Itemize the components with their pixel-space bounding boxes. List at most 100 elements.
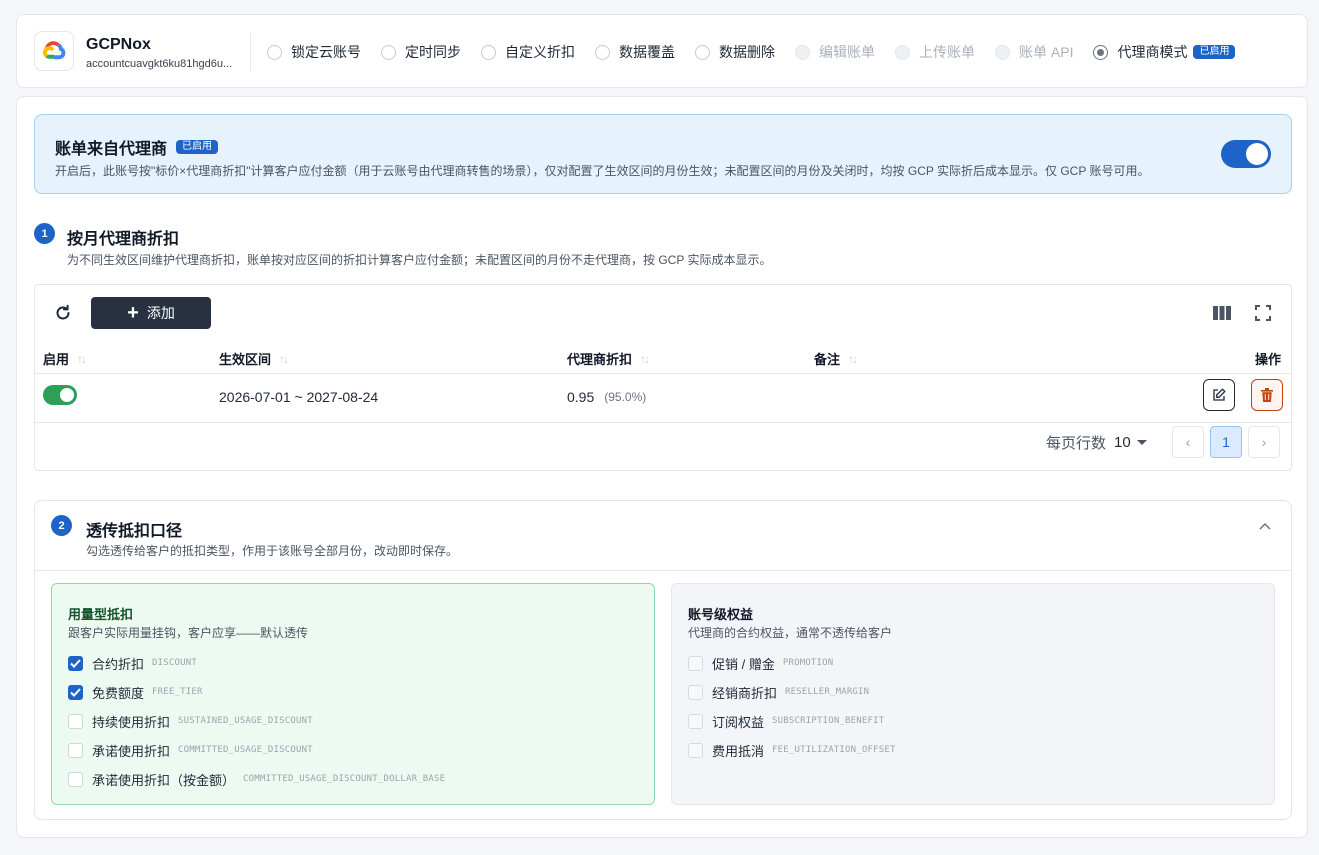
- section-title: 按月代理商折扣: [67, 231, 180, 248]
- mode-label: 锁定云账号: [291, 44, 361, 60]
- edit-button[interactable]: [1203, 379, 1235, 411]
- checkbox-icon: [688, 655, 703, 671]
- add-button[interactable]: + 添加: [91, 297, 211, 329]
- mode-label: 自定义折扣: [505, 44, 575, 60]
- page-button[interactable]: 1: [1210, 426, 1242, 458]
- column-header-ops: 操作: [1255, 349, 1281, 368]
- mode-label: 数据覆盖: [619, 44, 675, 60]
- column-header-enabled[interactable]: 启用 ↑↓: [43, 349, 87, 368]
- radio-icon: [1093, 44, 1109, 60]
- checkbox-icon: [68, 713, 83, 729]
- usage-deduction-group: 用量型抵扣 跟客户实际用量挂钩，客户应享——默认透传 合约折扣 DISCOUNT…: [51, 583, 655, 805]
- section-description: 为不同生效区间维护代理商折扣，账单按对应区间的折扣计算客户应付金额；未配置区间的…: [67, 253, 772, 267]
- mode-agent[interactable]: 代理商模式 已启用: [1093, 42, 1236, 62]
- chevron-up-icon[interactable]: [1256, 517, 1274, 535]
- radio-icon: [695, 44, 710, 60]
- agent-mode-toggle[interactable]: [1221, 140, 1271, 168]
- column-header-label: 生效区间: [219, 352, 272, 367]
- mode-lock-account[interactable]: 锁定云账号: [267, 42, 361, 62]
- rows-per-page-select[interactable]: 10: [1114, 434, 1147, 451]
- gcp-logo: [34, 31, 74, 71]
- checkbox-icon: [688, 713, 703, 729]
- rows-per-page-label: 每页行数: [1046, 434, 1107, 452]
- radio-icon: [995, 44, 1010, 60]
- header-divider: [250, 33, 251, 71]
- checkbox-icon: [688, 684, 703, 700]
- column-header-label: 备注: [814, 352, 841, 367]
- banner-description: 开启后，此账号按"标价×代理商折扣"计算客户应付金额（用于云账号由代理商转售的场…: [55, 164, 1150, 178]
- option-free-tier[interactable]: 免费额度 FREE_TIER: [68, 683, 203, 701]
- option-label: 订阅权益: [712, 714, 765, 730]
- toggle-knob: [60, 388, 74, 402]
- mode-upload-bill: 上传账单: [895, 42, 975, 62]
- checkbox-checked-icon: [68, 655, 83, 671]
- prev-page-button[interactable]: ‹: [1172, 426, 1204, 458]
- radio-icon: [381, 44, 396, 60]
- radio-icon: [595, 44, 610, 60]
- mode-radio-group: 锁定云账号 定时同步 自定义折扣 数据覆盖 数据删除 编辑账单 上传账单 账单 …: [267, 41, 1255, 63]
- sort-icon: ↑↓: [848, 351, 858, 366]
- row-enabled-toggle[interactable]: [43, 385, 77, 405]
- chevron-down-icon: [1136, 439, 1147, 445]
- option-label: 免费额度: [92, 685, 145, 701]
- mode-custom-discount[interactable]: 自定义折扣: [481, 42, 575, 62]
- account-name: GCPNox: [86, 36, 151, 53]
- mode-label: 定时同步: [405, 44, 461, 60]
- next-page-button[interactable]: ›: [1248, 426, 1280, 458]
- status-badge: 已启用: [1193, 45, 1236, 59]
- radio-icon: [481, 44, 496, 60]
- fullscreen-button[interactable]: [1251, 301, 1275, 325]
- column-header-period[interactable]: 生效区间 ↑↓: [219, 349, 289, 368]
- radio-icon: [895, 44, 910, 60]
- mode-scheduled-sync[interactable]: 定时同步: [381, 42, 461, 62]
- group-description: 代理商的合约权益，通常不透传给客户: [688, 626, 893, 640]
- toggle-knob: [1246, 143, 1268, 165]
- mode-label: 数据删除: [719, 44, 775, 60]
- option-sustained-usage[interactable]: 持续使用折扣 SUSTAINED_USAGE_DISCOUNT: [68, 712, 313, 730]
- option-reseller-margin[interactable]: 经销商折扣 RESELLER_MARGIN: [688, 683, 869, 701]
- columns-icon: [1213, 306, 1231, 320]
- option-committed-usage[interactable]: 承诺使用折扣 COMMITTED_USAGE_DISCOUNT: [68, 741, 313, 759]
- option-code: RESELLER_MARGIN: [785, 687, 870, 697]
- column-header-label: 代理商折扣: [567, 352, 633, 367]
- section-title: 透传抵扣口径: [86, 523, 183, 540]
- checkbox-icon: [68, 771, 83, 787]
- option-label: 促销 / 赠金: [712, 656, 775, 672]
- passthrough-section: 2 透传抵扣口径 勾选透传给客户的抵扣类型，作用于该账号全部月份，改动即时保存。…: [34, 500, 1292, 820]
- account-benefit-group: 账号级权益 代理商的合约权益，通常不透传给客户 促销 / 赠金 PROMOTIO…: [671, 583, 1275, 805]
- mode-data-delete[interactable]: 数据删除: [695, 42, 775, 62]
- discount-value: 0.95: [567, 389, 595, 405]
- option-label: 合约折扣: [92, 656, 145, 672]
- row-discount: 0.95 (95.0%): [567, 387, 646, 407]
- option-code: PROMOTION: [782, 658, 834, 668]
- option-code: FREE_TIER: [152, 687, 203, 697]
- refresh-button[interactable]: [51, 301, 75, 325]
- column-header-note[interactable]: 备注 ↑↓: [814, 349, 858, 368]
- sort-icon: ↑↓: [279, 351, 289, 366]
- option-label: 承诺使用折扣（按金额）: [92, 772, 236, 788]
- fullscreen-icon: [1255, 305, 1271, 321]
- column-header-label: 操作: [1255, 352, 1282, 367]
- option-promotion[interactable]: 促销 / 赠金 PROMOTION: [688, 654, 833, 672]
- option-label: 经销商折扣: [712, 685, 778, 701]
- header-divider-line: [35, 373, 1291, 374]
- option-code: COMMITTED_USAGE_DISCOUNT_DOLLAR_BASE: [243, 774, 446, 784]
- option-discount[interactable]: 合约折扣 DISCOUNT: [68, 654, 197, 672]
- mode-data-overwrite[interactable]: 数据覆盖: [595, 42, 675, 62]
- section-description: 勾选透传给客户的抵扣类型，作用于该账号全部月份，改动即时保存。: [86, 544, 459, 558]
- columns-button[interactable]: [1210, 301, 1234, 325]
- discount-percent: (95.0%): [604, 390, 647, 404]
- option-code: DISCOUNT: [152, 658, 197, 668]
- option-code: SUBSCRIPTION_BENEFIT: [772, 716, 885, 726]
- column-header-discount[interactable]: 代理商折扣 ↑↓: [567, 349, 650, 368]
- checkbox-checked-icon: [68, 684, 83, 700]
- option-subscription-benefit[interactable]: 订阅权益 SUBSCRIPTION_BENEFIT: [688, 712, 884, 730]
- option-fee-offset[interactable]: 费用抵消 FEE_UTILIZATION_OFFSET: [688, 741, 896, 759]
- option-code: FEE_UTILIZATION_OFFSET: [772, 745, 896, 755]
- group-title: 账号级权益: [688, 607, 754, 622]
- trash-icon: [1261, 388, 1273, 402]
- mode-label: 上传账单: [919, 44, 975, 60]
- option-committed-usage-dollar[interactable]: 承诺使用折扣（按金额） COMMITTED_USAGE_DISCOUNT_DOL…: [68, 770, 445, 788]
- delete-button[interactable]: [1251, 379, 1283, 411]
- step-number: 2: [51, 515, 72, 536]
